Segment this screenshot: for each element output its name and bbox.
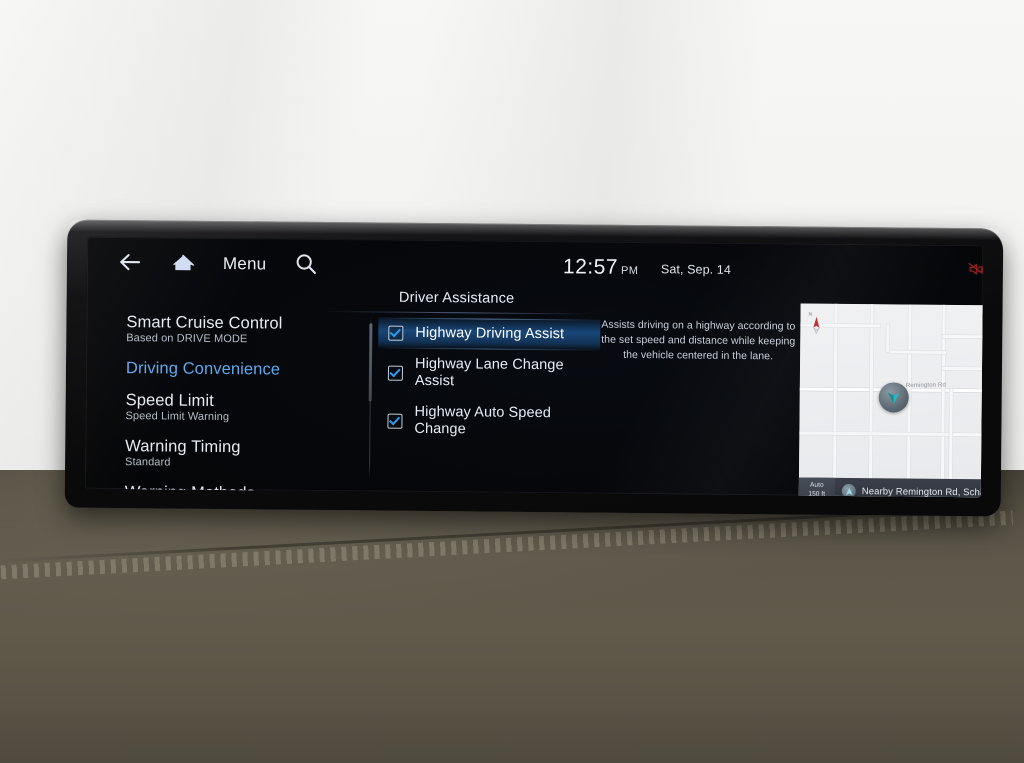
map-nearby-label: Nearby Remington Rd, Scha <box>861 485 984 498</box>
sidebar-item-sublabel: Standard <box>125 456 171 469</box>
sidebar-item-speed-limit[interactable]: Speed Limit Speed Limit Warning <box>125 391 337 426</box>
option-list: Highway Driving Assist Highway Lane Chan… <box>377 317 601 448</box>
option-description: Assists driving on a highway according t… <box>601 318 796 363</box>
sidebar-item-label: Speed Limit <box>125 390 214 410</box>
map-road <box>886 350 947 354</box>
dashboard-stitching <box>0 510 1024 582</box>
option-row-highway-driving-assist[interactable]: Highway Driving Assist <box>378 317 601 351</box>
sidebar-scrollbar[interactable] <box>368 323 373 402</box>
map-road <box>886 324 890 353</box>
sidebar-item-sublabel: Based on DRIVE MODE <box>126 332 248 346</box>
sidebar-item-driving-convenience[interactable]: Driving Convenience <box>126 359 338 380</box>
sidebar-item-label: Driving Convenience <box>125 359 281 379</box>
sidebar-item-label: Warning Methods <box>124 483 256 498</box>
title-divider <box>324 310 593 315</box>
vehicle-position-icon <box>878 382 909 413</box>
sound-off-icon[interactable] <box>967 261 984 277</box>
checkbox-icon[interactable] <box>388 325 404 341</box>
sidebar-item-label: Warning Timing <box>125 436 241 457</box>
option-label: Highway Lane Change Assist <box>414 355 564 390</box>
map-scale-badge[interactable]: Auto 150 ft <box>798 477 835 498</box>
clock-meridiem: PM <box>620 264 639 277</box>
compass-needle-icon[interactable]: N <box>808 309 824 335</box>
infotainment-screen: Menu 12:57 PM Sat, Sep. 14 Driver Assist… <box>84 236 984 498</box>
map-scale-mode: Auto <box>809 481 824 490</box>
map-road <box>942 334 984 339</box>
home-icon[interactable] <box>168 247 198 277</box>
map-road-label: Remington Rd <box>905 382 947 389</box>
sidebar-item-warning-methods[interactable]: Warning Methods <box>125 483 337 497</box>
infotainment-bezel: Menu 12:57 PM Sat, Sep. 14 Driver Assist… <box>64 219 1004 517</box>
option-row-highway-auto-speed-change[interactable]: Highway Auto Speed Change <box>377 397 599 447</box>
checkbox-icon[interactable] <box>387 365 404 381</box>
menu-button[interactable]: Menu <box>221 254 268 273</box>
checkbox-icon[interactable] <box>387 413 403 429</box>
top-toolbar: Menu 12:57 PM Sat, Sep. 14 <box>87 237 984 296</box>
sidebar-item-label: Smart Cruise Control <box>126 313 283 333</box>
page-title: Driver Assistance <box>398 289 515 307</box>
option-label: Highway Auto Speed Change <box>414 404 552 438</box>
option-label: Highway Driving Assist <box>415 324 565 343</box>
toolbar-icon-group: Menu <box>115 247 322 279</box>
map-road <box>942 366 984 371</box>
clock-time: 12:57 <box>562 255 619 279</box>
date-label: Sat, Sep. 14 <box>660 262 732 277</box>
sidebar-item-smart-cruise-control[interactable]: Smart Cruise Control Based on DRIVE MODE <box>126 313 338 348</box>
map-widget[interactable]: Remington Rd N Auto 150 ft Nearby Reming… <box>798 303 984 498</box>
navigation-arrow-icon <box>841 483 856 498</box>
back-arrow-icon[interactable] <box>115 247 145 277</box>
photo-scene: Menu 12:57 PM Sat, Sep. 14 Driver Assist… <box>0 0 1024 763</box>
sidebar-item-warning-timing[interactable]: Warning Timing Standard <box>125 437 337 472</box>
map-scale-value: 150 ft <box>808 490 826 498</box>
option-row-highway-lane-change-assist[interactable]: Highway Lane Change Assist <box>378 349 600 399</box>
sidebar-item-sublabel: Speed Limit Warning <box>125 410 230 424</box>
map-footer-bar: Auto 150 ft Nearby Remington Rd, Scha <box>798 477 984 498</box>
search-icon[interactable] <box>291 249 321 279</box>
clock: 12:57 PM <box>563 255 639 280</box>
settings-sidebar: Smart Cruise Control Based on DRIVE MODE… <box>125 313 339 497</box>
svg-text:N: N <box>808 312 812 318</box>
